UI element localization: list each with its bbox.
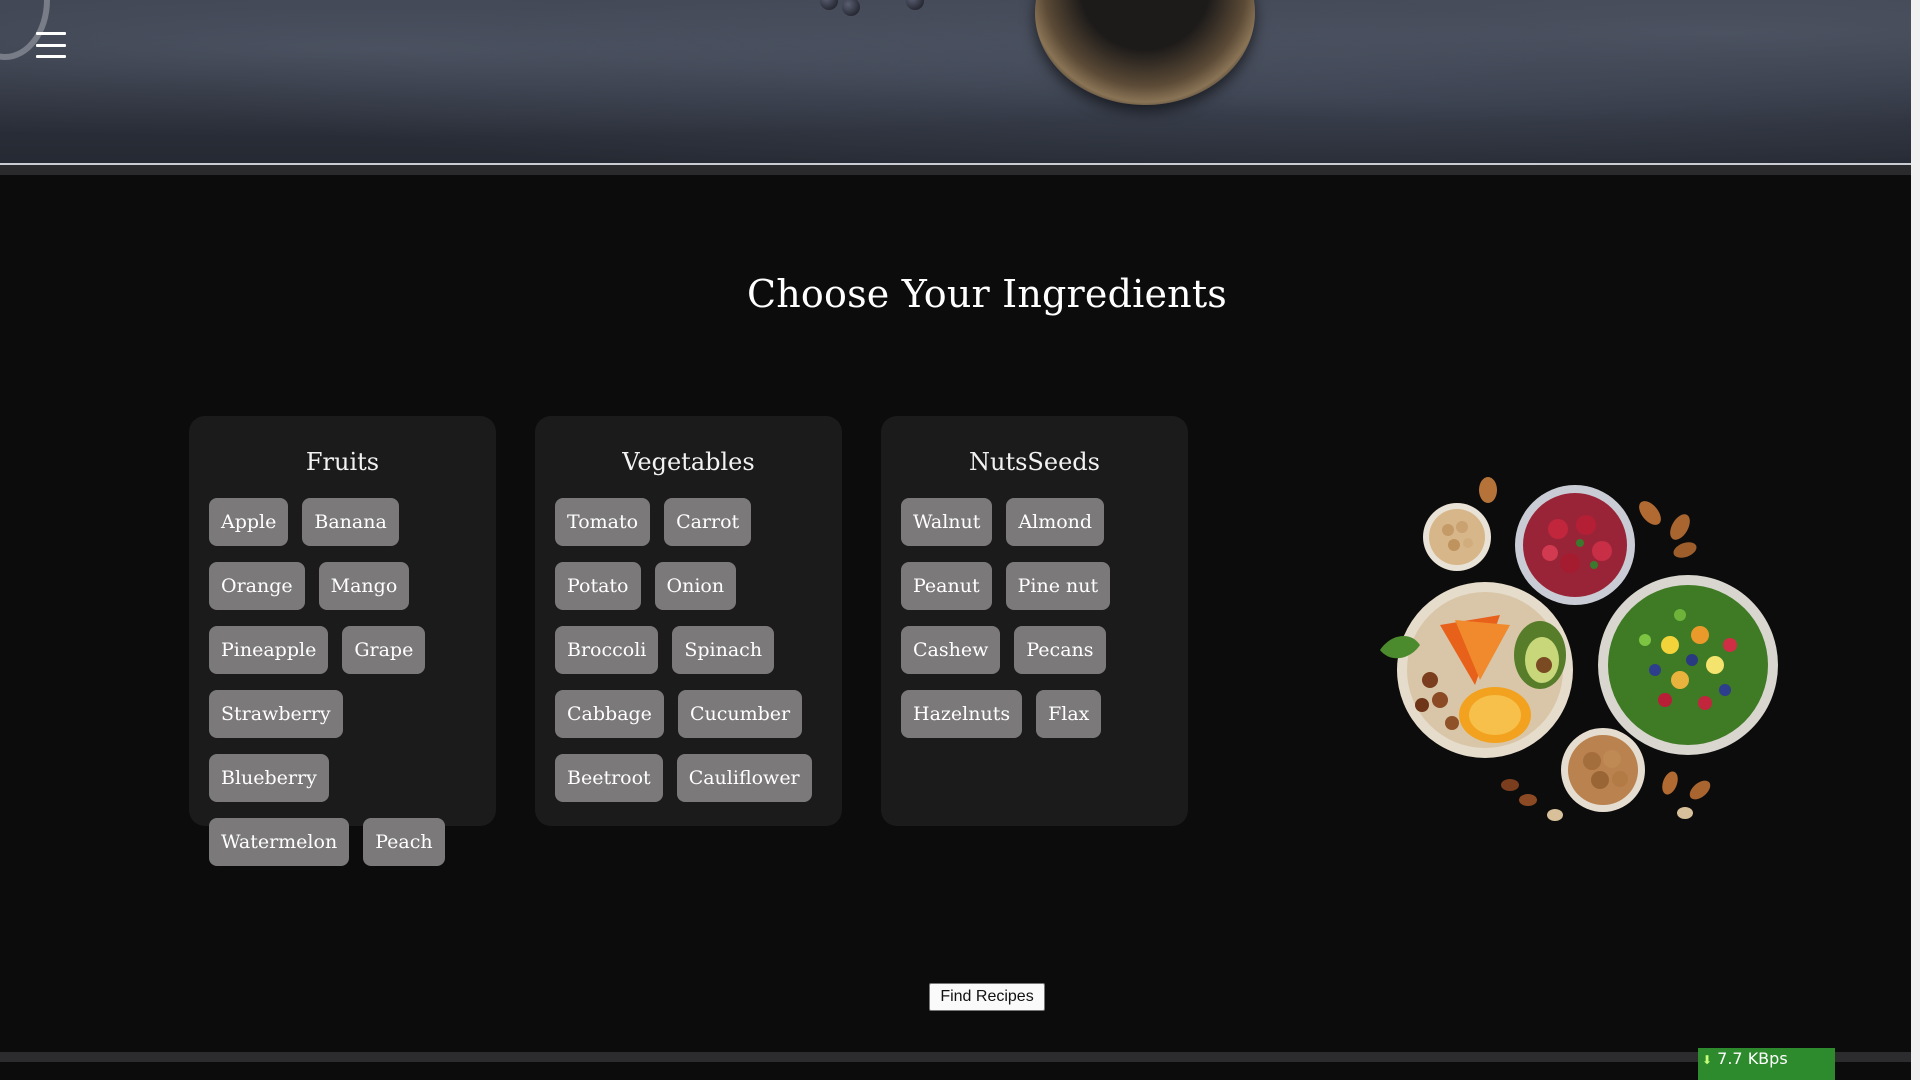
ingredient-chip-peach[interactable]: Peach [363,818,445,866]
ingredient-chip-pecans[interactable]: Pecans [1014,626,1106,674]
ingredient-chip-spinach[interactable]: Spinach [672,626,775,674]
ingredient-chip-beetroot[interactable]: Beetroot [555,754,663,802]
category-title: Fruits [305,448,380,476]
chip-list: Tomato Carrot Potato Onion Broccoli Spin… [535,498,842,802]
ingredient-chip-blueberry[interactable]: Blueberry [209,754,329,802]
pepper-bowl-image [1035,0,1255,105]
ingredient-chip-cabbage[interactable]: Cabbage [555,690,664,738]
ingredient-chip-cauliflower[interactable]: Cauliflower [676,754,812,802]
ingredient-chip-onion[interactable]: Onion [654,562,737,610]
ingredient-chip-almond[interactable]: Almond [1006,498,1105,546]
ingredient-chip-strawberry[interactable]: Strawberry [209,690,343,738]
chip-list: Walnut Almond Peanut Pine nut Cashew Pec… [881,498,1188,738]
category-title: NutsSeeds [969,448,1100,476]
down-arrow-icon: ⬇ [1702,1053,1713,1067]
ingredient-chip-peanut[interactable]: Peanut [901,562,992,610]
category-title: Vegetables [622,448,755,476]
scrollbar[interactable] [1911,0,1920,1080]
ingredient-chip-cashew[interactable]: Cashew [901,626,1001,674]
category-card-fruits: Fruits Apple Banana Orange Mango Pineapp… [189,416,496,866]
ingredient-chip-hazelnuts[interactable]: Hazelnuts [901,690,1023,738]
healthy-food-bowls-image [1380,477,1778,821]
download-speed: 7.7 KBps [1717,1049,1788,1068]
ingredient-chip-broccoli[interactable]: Broccoli [555,626,659,674]
network-speed-badge: ⬇ 7.7 KBps [1698,1048,1835,1080]
category-card-vegetables: Vegetables Tomato Carrot Potato Onion Br… [535,416,842,826]
divider [0,165,1911,175]
ingredient-chip-banana[interactable]: Banana [302,498,399,546]
ingredient-chip-cucumber[interactable]: Cucumber [677,690,803,738]
ingredient-chip-pine-nut[interactable]: Pine nut [1005,562,1111,610]
ingredient-chip-mango[interactable]: Mango [318,562,410,610]
chip-list: Apple Banana Orange Mango Pineapple Grap… [189,498,496,866]
page-title: Choose Your Ingredients [746,272,1228,316]
ingredient-chip-walnut[interactable]: Walnut [901,498,993,546]
ingredient-chip-carrot[interactable]: Carrot [664,498,752,546]
grapes-image [820,0,930,22]
ingredient-chip-watermelon[interactable]: Watermelon [209,818,350,866]
find-recipes-button[interactable]: Find Recipes [929,983,1045,1011]
category-card-nutsseeds: NutsSeeds Walnut Almond Peanut Pine nut … [881,416,1188,826]
ingredient-chip-pineapple[interactable]: Pineapple [209,626,329,674]
ingredient-chip-tomato[interactable]: Tomato [555,498,651,546]
hamburger-menu-icon[interactable] [36,32,66,58]
ingredient-chip-flax[interactable]: Flax [1036,690,1102,738]
ingredient-chip-apple[interactable]: Apple [209,498,289,546]
ingredient-chip-potato[interactable]: Potato [555,562,641,610]
ingredient-chip-orange[interactable]: Orange [209,562,305,610]
hero-banner [0,0,1911,165]
ingredient-chip-grape[interactable]: Grape [342,626,426,674]
footer-bar [0,1052,1911,1062]
